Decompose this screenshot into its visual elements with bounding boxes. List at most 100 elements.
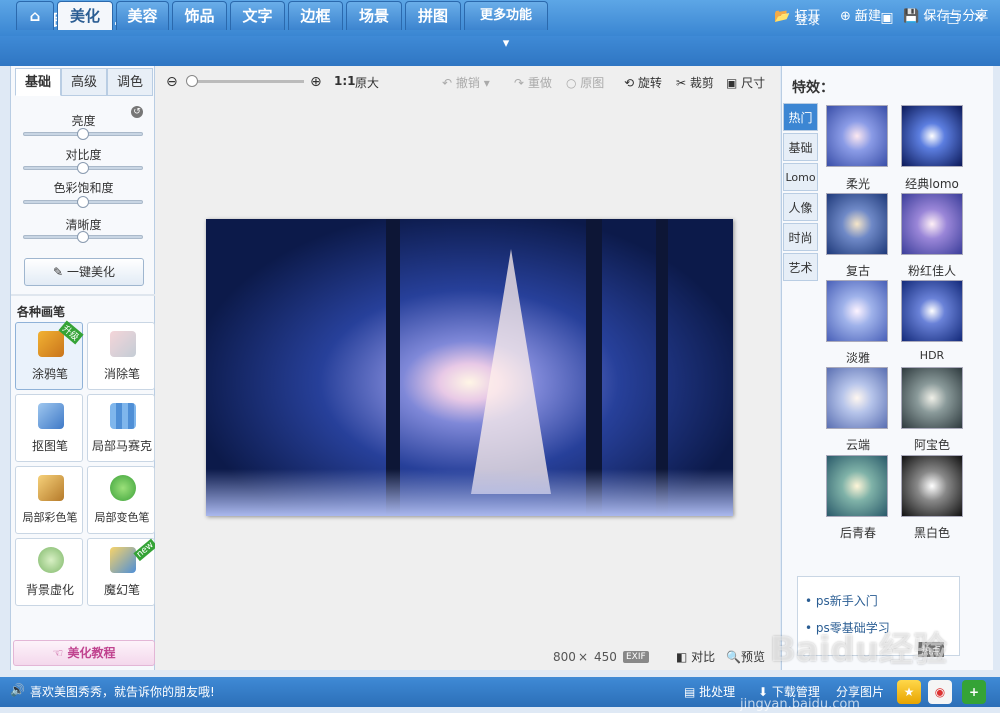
eraser-brush-tool[interactable]: 消除笔 (87, 322, 155, 390)
magic-brush-tool[interactable]: 魔幻笔 new (87, 538, 158, 606)
eraser-icon (110, 331, 136, 357)
new-button[interactable]: ⊕ 新建 (840, 5, 881, 24)
subtab-advanced[interactable]: 高级 (61, 68, 107, 96)
nav-bar (0, 36, 1000, 66)
effect-thumb[interactable] (901, 367, 963, 429)
background-blur-tool[interactable]: 背景虚化 (15, 538, 83, 606)
original-size-button[interactable]: 原大 (355, 74, 379, 91)
category-fashion[interactable]: 时尚 (783, 223, 818, 251)
exif-button[interactable]: EXIF (623, 651, 649, 663)
tool-label: 抠图笔 (31, 439, 68, 453)
tutorial-button[interactable]: ☜ 美化教程 (13, 640, 155, 666)
photo-preview[interactable] (206, 219, 733, 516)
doodle-brush-tool[interactable]: 涂鸦笔 升级 (15, 320, 84, 390)
effect-thumb[interactable] (901, 280, 963, 342)
category-art[interactable]: 艺术 (783, 253, 818, 281)
tool-label: 背景虚化 (25, 583, 74, 597)
tab-accessories[interactable]: 饰品 (172, 1, 227, 30)
zoom-slider-knob[interactable] (186, 75, 198, 87)
new-badge: new (133, 538, 158, 562)
rotate-button[interactable]: ⟲ 旋转 (624, 74, 662, 91)
effect-label: 柔光 (845, 177, 870, 191)
sharpness-slider-knob[interactable] (77, 231, 89, 243)
watermark-brand: Baidu经验 (770, 630, 948, 670)
redo-button[interactable]: ↷ 重做 (514, 74, 552, 91)
subtab-basic[interactable]: 基础 (15, 68, 61, 96)
effect-thumb[interactable] (826, 455, 888, 517)
compare-button[interactable]: ◧ 对比 (676, 648, 715, 665)
effect-thumb[interactable] (826, 193, 888, 255)
effect-thumb[interactable] (901, 455, 963, 517)
category-lomo[interactable]: Lomo (783, 163, 818, 191)
tab-frame[interactable]: 边框 (288, 1, 343, 30)
ratio-button[interactable]: 1:1 (334, 74, 356, 88)
category-hot[interactable]: 热门 (783, 103, 818, 131)
tab-collage[interactable]: 拼图 (405, 1, 461, 30)
weibo-icon[interactable]: ◉ (928, 680, 952, 704)
divider (11, 294, 156, 296)
effect-label: 后青春 (839, 526, 876, 540)
tool-label: 局部彩色笔 (22, 511, 78, 524)
subtab-color[interactable]: 调色 (107, 68, 153, 96)
hand-icon: ☜ (52, 646, 64, 660)
zoom-slider[interactable] (188, 80, 304, 83)
effect-thumb[interactable] (826, 105, 888, 167)
crop-button[interactable]: ✂ 裁剪 (676, 74, 714, 91)
star-icon[interactable]: ★ (897, 680, 921, 704)
save-share-button[interactable]: 💾 保存与分享 (903, 5, 988, 24)
save-label: 保存与分享 (923, 9, 989, 24)
zoom-out-icon[interactable]: ⊖ (166, 74, 178, 90)
preview-button[interactable]: 🔍预览 (726, 648, 765, 665)
effect-thumb[interactable] (826, 280, 888, 342)
brightness-slider-knob[interactable] (77, 128, 89, 140)
category-portrait[interactable]: 人像 (783, 193, 818, 221)
effect-label: 云端 (845, 438, 870, 452)
saturation-slider-knob[interactable] (77, 196, 89, 208)
color-change-brush-tool[interactable]: 局部变色笔 (87, 466, 155, 534)
effect-label: 复古 (845, 264, 870, 278)
image-width: 800 (553, 650, 576, 664)
speaker-icon: 🔊 (10, 683, 25, 697)
tab-makeup[interactable]: 美容 (116, 1, 169, 30)
dimension-separator: × (578, 650, 589, 664)
batch-button[interactable]: ▤ 批处理 (684, 683, 735, 700)
cutout-brush-tool[interactable]: 抠图笔 (15, 394, 83, 462)
effect-thumb[interactable] (826, 367, 888, 429)
effect-label: 阿宝色 (913, 438, 950, 452)
magic-pen-icon (110, 547, 136, 573)
effect-label: 淡雅 (845, 351, 870, 365)
preview-label: 预览 (740, 650, 765, 664)
one-click-beautify-button[interactable]: ✎ 一键美化 (24, 258, 144, 286)
local-color-brush-tool[interactable]: 局部彩色笔 (15, 466, 83, 534)
home-tab[interactable]: ⌂ (16, 1, 54, 30)
slider-label-contrast: 对比度 (65, 148, 102, 162)
contrast-slider-knob[interactable] (77, 162, 89, 174)
tab-scene[interactable]: 场景 (346, 1, 402, 30)
magic-wand-icon: ✎ (53, 265, 64, 279)
paint-bucket-icon (110, 475, 136, 501)
resize-button[interactable]: ▣ 尺寸 (726, 74, 765, 91)
slider-label-brightness: 亮度 (71, 114, 96, 128)
mosaic-brush-tool[interactable]: 局部马赛克 (87, 394, 155, 462)
tab-text[interactable]: 文字 (230, 1, 285, 30)
effect-label: 经典lomo (905, 177, 959, 191)
effect-label: 粉红佳人 (907, 264, 956, 278)
color-brush-icon (38, 475, 64, 501)
share-message[interactable]: 喜欢美图秀秀，就告诉你的朋友哦! (30, 683, 215, 700)
open-button[interactable]: 📂 打开 (774, 5, 820, 24)
tip-link-label: ps新手入门 (815, 594, 878, 608)
tip-link[interactable]: • ps新手入门 (805, 592, 878, 609)
add-icon[interactable]: + (962, 680, 986, 704)
original-image-button[interactable]: ○ 原图 (566, 74, 604, 91)
undo-button[interactable]: ↶ 撤销 ▾ (442, 74, 490, 91)
category-basic[interactable]: 基础 (783, 133, 818, 161)
tab-more[interactable]: 更多功能 ▾ (464, 1, 548, 51)
tool-label: 消除笔 (103, 367, 140, 381)
zoom-in-icon[interactable]: ⊕ (310, 74, 322, 90)
tab-beautify[interactable]: 美化 (57, 1, 113, 30)
effect-thumb[interactable] (901, 105, 963, 167)
mosaic-icon (110, 403, 136, 429)
open-label: 打开 (794, 9, 821, 24)
batch-label: 批处理 (699, 685, 736, 699)
effect-thumb[interactable] (901, 193, 963, 255)
